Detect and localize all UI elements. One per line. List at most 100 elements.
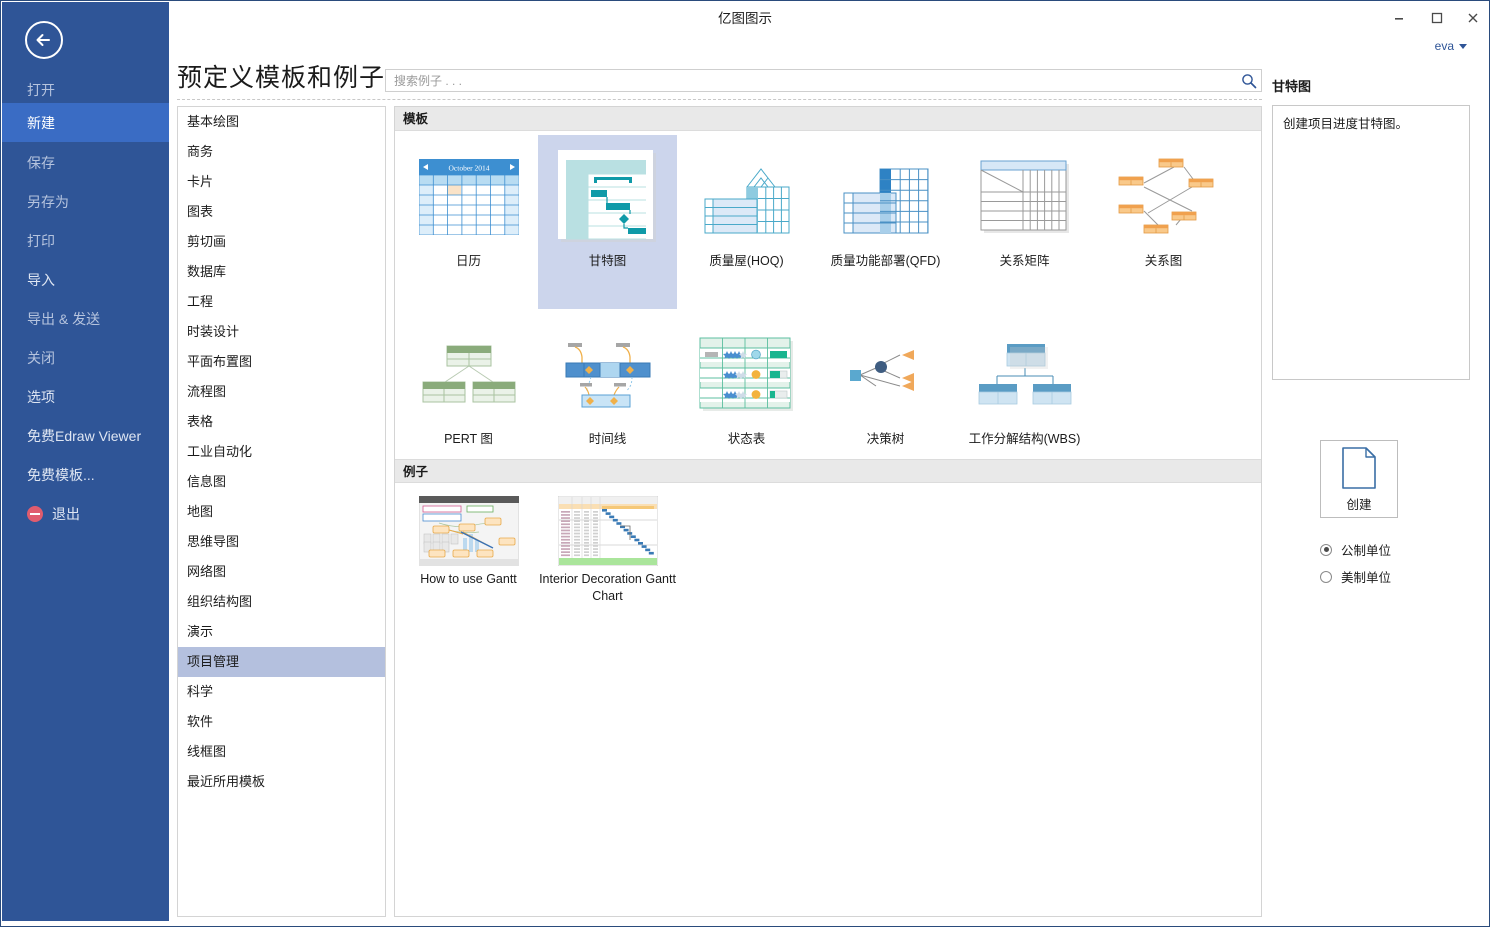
sidebar-item-11[interactable]: 免费模板... bbox=[2, 455, 169, 494]
how-to-use-gantt-thumb bbox=[418, 495, 519, 567]
category-list[interactable]: 基本绘图商务卡片图表 剪切画数据库工程时装设计 平面布置图 流程图 表格工业自动化信息图… bbox=[177, 106, 386, 917]
category-item-8[interactable]: 时装设计 bbox=[178, 317, 385, 347]
category-item-label: 数据库 bbox=[187, 264, 227, 279]
sidebar-item-6[interactable]: 导入 bbox=[2, 260, 169, 299]
application-window: 亿图图示 打开新建 保存另存为打印导入导出 & 发送关闭 选项免费Edraw Vie… bbox=[0, 0, 1490, 927]
category-item-22[interactable]: 线框图 bbox=[178, 737, 385, 767]
sidebar-item-8[interactable]: 关闭 bbox=[2, 338, 169, 377]
sidebar-item-3[interactable]: 保存 bbox=[2, 143, 169, 182]
template-tile-6[interactable]: 关系图 bbox=[1094, 135, 1233, 309]
category-item-3[interactable]: 卡片 bbox=[178, 167, 385, 197]
back-arrow-icon bbox=[25, 21, 63, 59]
category-item-label: 软件 bbox=[187, 714, 214, 729]
sidebar-item-label: 退出 bbox=[52, 505, 80, 522]
category-item-20[interactable]: 科学 bbox=[178, 677, 385, 707]
category-item-6[interactable]: 数据库 bbox=[178, 257, 385, 287]
template-tile-label: 工作分解结构(WBS) bbox=[968, 432, 1081, 446]
sidebar-item-10[interactable]: 免费Edraw Viewer bbox=[2, 416, 169, 455]
template-tile-4[interactable]: 质量功能部署(QFD) bbox=[816, 135, 955, 309]
category-item-label: 商务 bbox=[187, 144, 214, 159]
chevron-down-icon bbox=[1459, 43, 1467, 49]
unit-option-us-label: 美制单位 bbox=[1341, 571, 1392, 585]
sidebar-item-7[interactable]: 导出 & 发送 bbox=[2, 299, 169, 338]
template-tile-9[interactable]: 状态表 bbox=[677, 313, 816, 455]
exit-icon bbox=[27, 505, 43, 522]
sidebar-item-label: 打开 bbox=[27, 81, 55, 98]
category-item-2[interactable]: 商务 bbox=[178, 137, 385, 167]
unit-option-us[interactable]: 美制单位 bbox=[1320, 567, 1391, 586]
examples-grid: How to use Gantt Interior Decoration Gan… bbox=[395, 483, 1261, 637]
backstage-sidebar: 打开新建 保存另存为打印导入导出 & 发送关闭 选项免费Edraw Viewer 免费… bbox=[2, 2, 169, 921]
search-icon[interactable] bbox=[1241, 73, 1257, 89]
category-item-4[interactable]: 图表 bbox=[178, 197, 385, 227]
template-tile-1[interactable]: October 2014 日历 bbox=[399, 135, 538, 309]
search-input[interactable] bbox=[392, 70, 1222, 91]
category-item-19[interactable]: 项目管理 bbox=[178, 647, 385, 677]
category-item-label: 信息图 bbox=[187, 474, 227, 489]
category-item-1[interactable]: 基本绘图 bbox=[178, 107, 385, 137]
template-tile-7[interactable]: PERT 图 bbox=[399, 313, 538, 455]
create-button-label: 创建 bbox=[1346, 497, 1372, 512]
category-item-21[interactable]: 软件 bbox=[178, 707, 385, 737]
sidebar-item-label: 另存为 bbox=[27, 193, 69, 210]
category-item-14[interactable]: 地图 bbox=[178, 497, 385, 527]
template-tile-label: 质量功能部署(QFD) bbox=[830, 254, 941, 268]
close-button[interactable] bbox=[1456, 5, 1490, 31]
sidebar-item-label: 导入 bbox=[27, 271, 55, 288]
category-item-7[interactable]: 工程 bbox=[178, 287, 385, 317]
relation-thumb bbox=[1114, 147, 1214, 247]
template-tile-11[interactable]: 工作分解结构(WBS) bbox=[955, 313, 1094, 455]
calendar-thumb: October 2014 bbox=[418, 147, 519, 247]
back-button[interactable] bbox=[24, 20, 64, 60]
account-menu[interactable]: eva bbox=[1435, 39, 1467, 53]
template-tile-label: 甘特图 bbox=[588, 254, 627, 268]
sidebar-item-4[interactable]: 另存为 bbox=[2, 182, 169, 221]
category-item-12[interactable]: 工业自动化 bbox=[178, 437, 385, 467]
category-item-label: 演示 bbox=[187, 624, 214, 639]
maximize-button[interactable] bbox=[1420, 5, 1454, 31]
category-item-label: 工业自动化 bbox=[187, 444, 253, 459]
unit-option-metric-label: 公制单位 bbox=[1341, 544, 1392, 558]
category-item-9[interactable]: 平面布置图 bbox=[178, 347, 385, 377]
example-tile-1[interactable]: How to use Gantt bbox=[399, 487, 538, 637]
category-item-10[interactable]: 流程图 bbox=[178, 377, 385, 407]
category-item-13[interactable]: 信息图 bbox=[178, 467, 385, 497]
template-tile-3[interactable]: 质量屋(HOQ) bbox=[677, 135, 816, 309]
category-item-16[interactable]: 网络图 bbox=[178, 557, 385, 587]
sidebar-item-label: 免费模板... bbox=[27, 466, 95, 483]
template-details-panel: 甘特图 创建项目进度甘特图。 创建 公制单位 美制单位 bbox=[1272, 76, 1482, 585]
category-item-label: 工程 bbox=[187, 294, 214, 309]
sidebar-item-5[interactable]: 打印 bbox=[2, 221, 169, 260]
template-tile-8[interactable]: 时间线 bbox=[538, 313, 677, 455]
category-item-label: 卡片 bbox=[187, 174, 214, 189]
title-bar: 亿图图示 bbox=[1, 1, 1489, 37]
category-item-15[interactable]: 思维导图 bbox=[178, 527, 385, 557]
template-tile-label: 决策树 bbox=[866, 432, 905, 446]
create-button[interactable]: 创建 bbox=[1320, 440, 1398, 518]
sidebar-item-label: 导出 & 发送 bbox=[27, 310, 101, 327]
minimize-button[interactable] bbox=[1382, 5, 1416, 31]
category-item-18[interactable]: 演示 bbox=[178, 617, 385, 647]
category-item-23[interactable]: 最近所用模板 bbox=[178, 767, 385, 797]
minimize-icon bbox=[1395, 18, 1403, 20]
sidebar-item-12[interactable]: 退出 bbox=[2, 494, 169, 533]
qfd-thumb bbox=[840, 147, 932, 247]
sidebar-item-label: 免费Edraw Viewer bbox=[27, 427, 142, 444]
template-tile-5[interactable]: 关系矩阵 bbox=[955, 135, 1094, 309]
category-item-17[interactable]: 组织结构图 bbox=[178, 587, 385, 617]
example-tile-2[interactable]: Interior Decoration Gantt Chart bbox=[538, 487, 677, 637]
page-title: 预定义模板和例子 bbox=[177, 64, 386, 92]
category-item-label: 组织结构图 bbox=[187, 594, 253, 609]
template-tile-10[interactable]: 决策树 bbox=[816, 313, 955, 455]
sidebar-item-2[interactable]: 新建 bbox=[2, 103, 169, 142]
svg-text:October 2014: October 2014 bbox=[448, 164, 489, 173]
unit-option-metric[interactable]: 公制单位 bbox=[1320, 540, 1391, 559]
search-box[interactable] bbox=[385, 69, 1262, 92]
category-item-11[interactable]: 表格 bbox=[178, 407, 385, 437]
maximize-icon bbox=[1431, 12, 1443, 24]
sidebar-item-9[interactable]: 选项 bbox=[2, 377, 169, 416]
template-content-panel: 模板 October 2014 日历 甘特图 质量屋(HOQ) 质量功能部署(Q… bbox=[394, 106, 1262, 917]
template-tile-label: PERT 图 bbox=[444, 432, 493, 446]
category-item-5[interactable]: 剪切画 bbox=[178, 227, 385, 257]
template-tile-2[interactable]: 甘特图 bbox=[538, 135, 677, 309]
